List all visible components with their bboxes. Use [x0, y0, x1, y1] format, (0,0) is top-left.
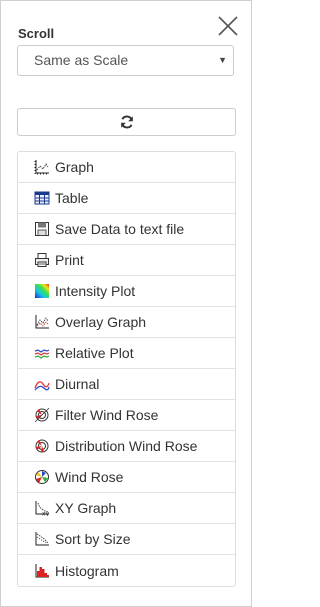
menu-item-save-data[interactable]: Save Data to text file: [18, 214, 235, 245]
sort-by-size-icon: [34, 531, 50, 547]
menu-item-label: XY Graph: [55, 500, 117, 516]
wind-rose-icon: [34, 469, 50, 485]
chart-menu: Graph Table Save Data to text file Print…: [17, 151, 236, 587]
floppy-disk-icon: [34, 221, 50, 237]
menu-item-label: Intensity Plot: [55, 283, 136, 299]
overlay-graph-icon: [34, 314, 50, 330]
menu-item-print[interactable]: Print: [18, 245, 235, 276]
menu-item-label: Relative Plot: [55, 345, 134, 361]
menu-item-label: Histogram: [55, 562, 119, 579]
menu-item-wind-rose[interactable]: Wind Rose: [18, 462, 235, 493]
menu-item-diurnal[interactable]: Diurnal: [18, 369, 235, 400]
menu-item-histogram[interactable]: Histogram: [18, 555, 235, 586]
scroll-select-value: Same as Scale: [34, 52, 129, 68]
menu-item-filter-wind-rose[interactable]: Filter Wind Rose: [18, 400, 235, 431]
scroll-select[interactable]: Same as Scale ▼: [17, 45, 234, 76]
printer-icon: [34, 252, 50, 268]
menu-item-overlay-graph[interactable]: Overlay Graph: [18, 307, 235, 338]
menu-item-label: Save Data to text file: [55, 221, 185, 237]
menu-item-graph[interactable]: Graph: [18, 152, 235, 183]
svg-text:xy: xy: [42, 511, 50, 517]
menu-item-table[interactable]: Table: [18, 183, 235, 214]
relative-plot-icon: [34, 345, 50, 361]
distribution-wind-rose-icon: [34, 438, 50, 454]
menu-item-label: Filter Wind Rose: [55, 407, 159, 423]
filter-wind-rose-icon: [34, 407, 50, 423]
menu-item-distribution-wind-rose[interactable]: Distribution Wind Rose: [18, 431, 235, 462]
menu-item-xy-graph[interactable]: xy XY Graph: [18, 493, 235, 524]
table-icon: [34, 190, 50, 206]
histogram-icon: [34, 563, 50, 579]
menu-item-label: Graph: [55, 159, 94, 175]
refresh-button[interactable]: [17, 108, 236, 136]
scroll-label: Scroll: [18, 26, 55, 41]
xy-graph-icon: xy: [34, 500, 50, 516]
line-graph-icon: [34, 159, 50, 175]
menu-item-label: Print: [55, 252, 84, 268]
menu-item-label: Distribution Wind Rose: [55, 438, 198, 454]
diurnal-icon: [34, 376, 50, 392]
dropdown-arrow-icon: ▼: [218, 55, 227, 65]
intensity-plot-icon: [34, 283, 50, 299]
menu-item-label: Diurnal: [55, 376, 100, 392]
menu-item-label: Sort by Size: [55, 531, 131, 547]
menu-item-intensity-plot[interactable]: Intensity Plot: [18, 276, 235, 307]
menu-item-relative-plot[interactable]: Relative Plot: [18, 338, 235, 369]
refresh-icon: [120, 115, 133, 129]
close-icon[interactable]: [215, 13, 241, 39]
menu-item-sort-by-size[interactable]: Sort by Size: [18, 524, 235, 555]
options-panel: Scroll Same as Scale ▼ Graph Table Save …: [0, 0, 252, 607]
menu-item-label: Overlay Graph: [55, 314, 147, 330]
menu-item-label: Wind Rose: [55, 469, 124, 485]
menu-item-label: Table: [55, 190, 89, 206]
